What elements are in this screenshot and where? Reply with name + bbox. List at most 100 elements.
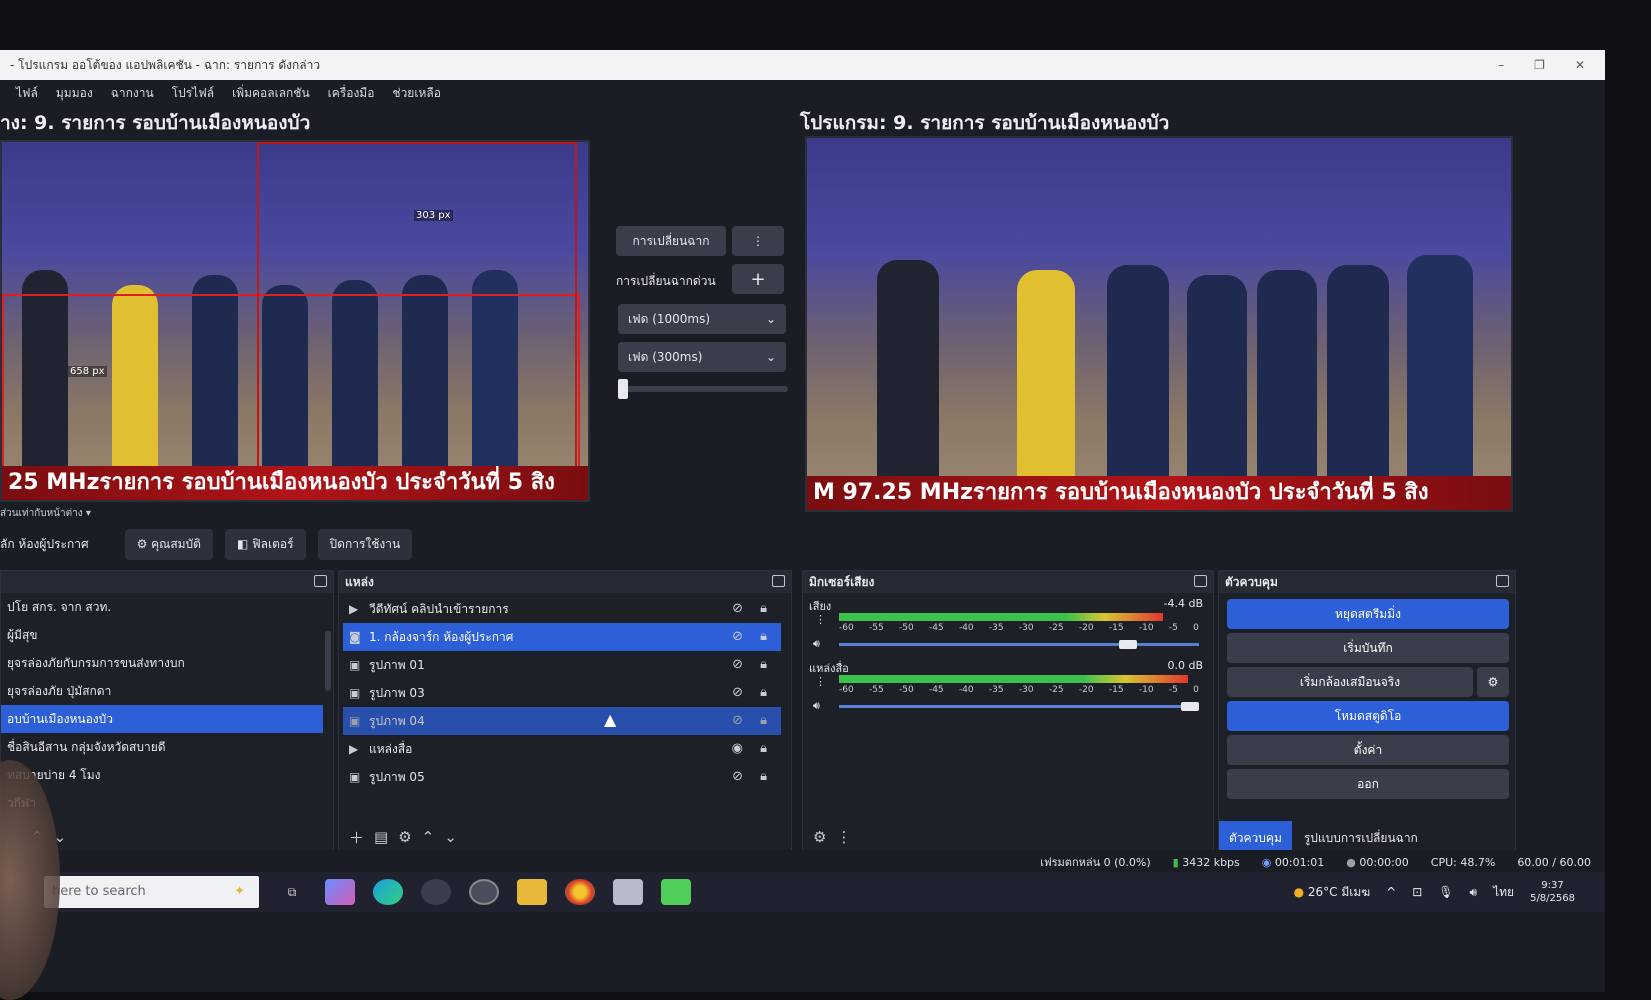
menu-plugins[interactable]: เพิ่มคอลเลกชัน [232,84,310,103]
line-icon[interactable] [661,879,691,905]
hidden-icon[interactable]: ⊘ [732,623,743,651]
speaker-icon[interactable]: 🔊︎ [813,637,820,651]
close-icon[interactable]: ✕ [1575,50,1585,80]
taskbar-search[interactable]: here to search ✦ [44,876,259,908]
hidden-icon[interactable]: ⊘ [732,595,743,623]
scene-item[interactable]: ยุจรล่องภัยกับกรมการขนส่งทางบก [1,649,323,677]
scene-item[interactable]: ยุจรล่องภัย ปุ่มัสกดา [1,677,323,705]
channel-menu-icon[interactable]: ⋮ [815,613,826,626]
scene-item[interactable]: ปโย สกร. จาก สวท. [1,593,323,621]
menu-scene-collection[interactable]: ฉากงาน [111,84,154,103]
scale-dropdown[interactable]: ส่วนเท่ากับหน้าต่าง ▾ [0,506,91,521]
network-icon[interactable]: ⊡ [1412,885,1422,899]
source-item[interactable]: ▶ วีดีทัศน์ คลิปนำเข้ารายการ ⊘ 🔒︎ [343,595,781,623]
settings-button[interactable]: ตั้งค่า [1227,735,1509,765]
tab-transitions[interactable]: รูปแบบการเปลี่ยนฉาก [1292,821,1430,851]
undock-icon[interactable] [772,575,785,587]
scene-item[interactable]: ผู้มีสุข [1,621,323,649]
copilot-icon[interactable] [325,879,355,905]
move-up-icon[interactable]: ⌃ [422,828,435,846]
lock-icon[interactable]: 🔒︎ [760,763,767,791]
lock-icon[interactable]: 🔒︎ [760,651,767,679]
undock-icon[interactable] [314,575,327,587]
move-down-icon[interactable]: ⌄ [444,828,457,846]
source-item[interactable]: ▶ แหล่งสื่อ ◉ 🔒︎ [343,735,781,763]
menu-tools[interactable]: เครื่องมือ [328,84,375,103]
lock-icon[interactable]: 🔒︎ [760,623,767,651]
scene-item-active[interactable]: อบบ้านเมืองหนองบัว [1,705,323,733]
transition-menu-button[interactable]: ⋮ [732,226,784,256]
disable-button[interactable]: ปิดการใช้งาน [317,528,413,560]
hidden-icon[interactable]: ⊘ [732,707,743,735]
menu-file[interactable]: ไฟล์ [16,84,38,103]
fade-select[interactable]: เฟด (1000ms) ⌄ [618,304,786,334]
studio-mode-button[interactable]: โหมดสตูดิโอ [1227,701,1509,731]
menu-profile[interactable]: โปรไฟล์ [172,84,214,103]
source-item[interactable]: ▣ รูปภาพ 05 ⊘ 🔒︎ [343,763,781,791]
filters-button[interactable]: ◧ ฟิลเตอร์ [224,528,306,560]
language[interactable]: ไทย [1493,883,1514,902]
task-view-icon[interactable]: ⧉ [277,879,307,905]
lock-icon[interactable]: 🔒︎ [760,707,767,735]
virtual-camera-settings-button[interactable]: ⚙ [1477,667,1509,697]
scene-item[interactable]: ทสบายบ่าย 4 โมง [1,761,323,789]
properties-button[interactable]: ⚙ คุณสมบัติ [124,528,213,560]
add-quick-transition-button[interactable]: + [732,264,784,294]
stop-streaming-button[interactable]: หยุดสตรีมมิ่ง [1227,599,1509,629]
meter-tick-label: -45 [928,623,944,633]
chrome-icon[interactable] [565,879,595,905]
speaker-icon[interactable]: 🔊︎ [813,699,820,713]
remove-source-icon[interactable]: ▤ [374,828,388,846]
edge-icon[interactable] [373,879,403,905]
tbar-track[interactable] [618,386,788,392]
preview-canvas[interactable]: 303 px 658 px 25 MHzรายการ รอบบ้านเมืองห… [0,140,590,502]
cut-select[interactable]: เฟด (300ms) ⌄ [618,342,786,372]
undock-icon[interactable] [1496,575,1509,587]
mixer-dock: มิกเซอร์เสียง เสียง -4.4 dB ⋮ -60 -55 -50-… [802,570,1214,852]
menu-view[interactable]: มุมมอง [56,84,93,103]
volume-icon[interactable]: 🔊︎ [1470,885,1478,900]
tbar-handle[interactable] [618,379,628,399]
source-item[interactable]: ▣ รูปภาพ 03 ⊘ 🔒︎ [343,679,781,707]
menu-help[interactable]: ช่วยเหลือ [392,84,441,103]
lock-icon[interactable]: 🔒︎ [760,679,767,707]
hidden-icon[interactable]: ⊘ [732,651,743,679]
maximize-icon[interactable]: ❐ [1534,50,1545,80]
transition-button[interactable]: การเปลี่ยนฉาก [616,226,726,256]
start-recording-button[interactable]: เริ่มบันทึก [1227,633,1509,663]
advanced-audio-icon[interactable]: ⚙ [813,828,826,846]
source-item-active[interactable]: ◙ 1. กล้องจาร์ก ห้องผู้ประกาศ ⊘ 🔒︎ [343,623,781,651]
microphone-icon[interactable]: 🎙︎ [1438,885,1453,899]
source-item-dragging[interactable]: ▣ รูปภาพ 04 ⊘ 🔒︎ [343,707,781,735]
minimize-icon[interactable]: – [1498,50,1504,80]
volume-handle[interactable] [1119,640,1138,649]
scene-item[interactable]: ชื่อสินอีสาน กลุ่มจังหวัดสบายดี [1,733,323,761]
clapper-icon[interactable] [613,879,643,905]
virtual-camera-button[interactable]: เริ่มกล้องเสมือนจริง [1227,667,1473,697]
undock-icon[interactable] [1194,575,1207,587]
channel-menu-icon[interactable]: ⋮ [815,675,826,688]
visible-icon[interactable]: ◉ [732,735,743,763]
tab-controls[interactable]: ตัวควบคุม [1219,821,1292,851]
mixer-dock-header: มิกเซอร์เสียง [803,571,1213,593]
volume-slider[interactable] [839,705,1199,708]
lock-icon[interactable]: 🔒︎ [760,595,767,623]
exit-button[interactable]: ออก [1227,769,1509,799]
source-item[interactable]: ▣ รูปภาพ 01 ⊘ 🔒︎ [343,651,781,679]
file-explorer-icon[interactable] [517,879,547,905]
lock-icon[interactable]: 🔒︎ [760,735,767,763]
hidden-icon[interactable]: ⊘ [732,679,743,707]
source-properties-icon[interactable]: ⚙ [398,828,411,846]
mixer-menu-icon[interactable]: ⋮ [836,828,851,846]
volume-slider[interactable] [839,643,1199,646]
scenes-scrollbar[interactable] [325,631,331,691]
chevron-up-icon[interactable]: ^ [1386,885,1396,899]
add-source-icon[interactable]: ＋ [349,827,364,848]
clock[interactable]: 9:37 5/8/2568 [1530,879,1575,905]
app-icon[interactable] [421,879,451,905]
obs-icon[interactable] [469,879,499,905]
hidden-icon[interactable]: ⊘ [732,763,743,791]
controls-dock: ตัวควบคุม หยุดสตรีมมิ่ง เริ่มบันทึก เริ่… [1218,570,1516,852]
volume-handle[interactable] [1181,702,1199,711]
meter-tick-label: -55 [868,623,884,633]
